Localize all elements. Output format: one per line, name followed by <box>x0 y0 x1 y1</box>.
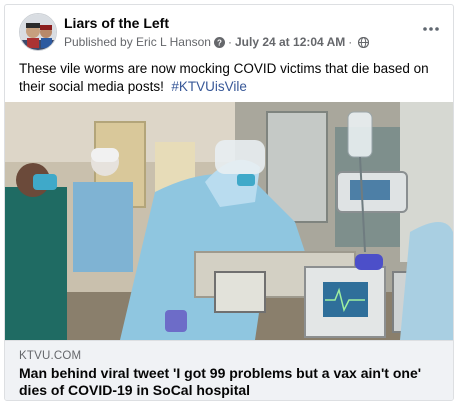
post-header: Liars of the Left Published by Eric L Ha… <box>5 5 453 55</box>
published-by-label[interactable]: Published by Eric L Hanson <box>64 35 211 49</box>
post-timestamp[interactable]: July 24 at 12:04 AM <box>235 35 345 49</box>
more-options-button[interactable] <box>419 19 443 35</box>
hashtag-link[interactable]: #KTVUisVile <box>171 79 247 94</box>
post-card: Liars of the Left Published by Eric L Ha… <box>4 4 454 401</box>
page-avatar[interactable] <box>19 13 57 51</box>
svg-text:?: ? <box>217 38 222 47</box>
meta-separator: · <box>227 35 232 49</box>
question-circle-icon[interactable]: ? <box>213 36 225 48</box>
post-message: These vile worms are now mocking COVID v… <box>19 60 444 96</box>
link-domain: KTVU.COM <box>19 350 82 362</box>
post-meta: Published by Eric L Hanson ? · July 24 a… <box>64 35 370 49</box>
link-preview-footer[interactable]: KTVU.COM Man behind viral tweet 'I got 9… <box>5 340 453 400</box>
ellipsis-icon <box>423 18 439 36</box>
meta-separator: · <box>348 35 353 49</box>
link-preview-image[interactable] <box>5 102 453 340</box>
globe-icon[interactable] <box>358 36 370 48</box>
link-headline[interactable]: Man behind viral tweet 'I got 99 problem… <box>19 365 439 399</box>
page-name-link[interactable]: Liars of the Left <box>64 15 169 31</box>
